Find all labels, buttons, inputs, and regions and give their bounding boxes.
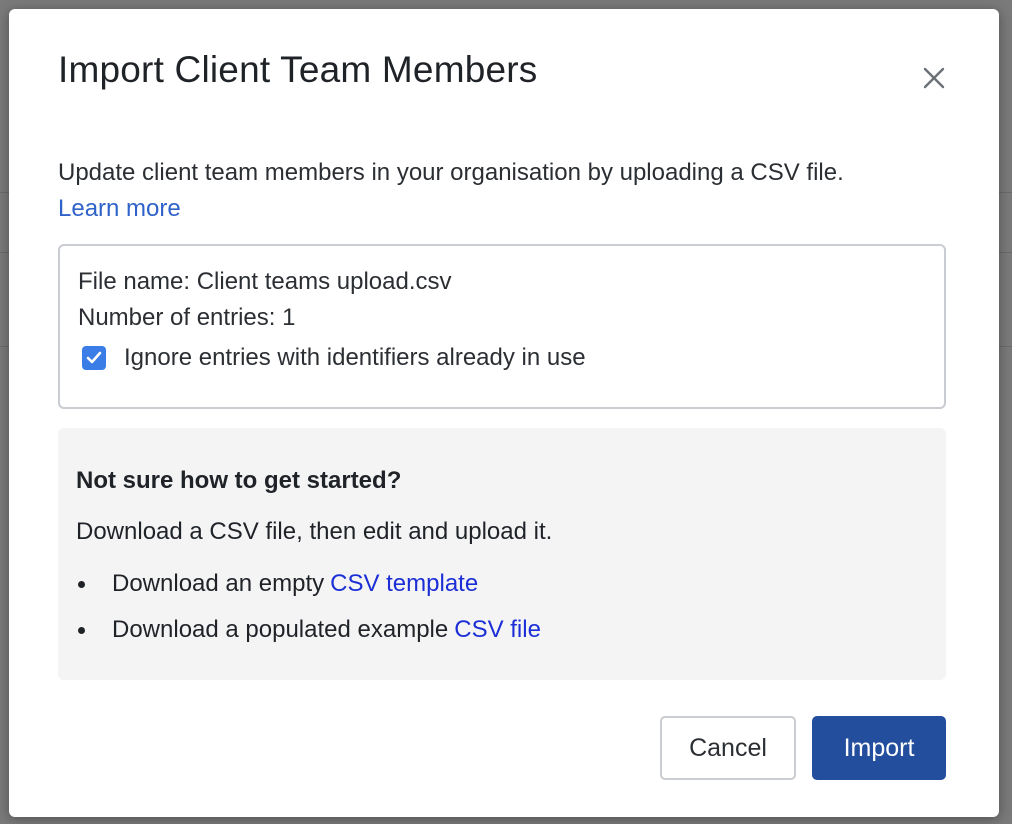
list-item-text: Download a populated example <box>112 616 449 643</box>
checkmark-icon <box>86 351 102 364</box>
file-name: File name: Client teams upload.csv <box>78 268 452 295</box>
csv-file-link[interactable]: CSV file <box>454 616 541 643</box>
close-icon <box>923 67 945 89</box>
help-heading: Not sure how to get started? <box>76 467 402 494</box>
ignore-entries-option[interactable]: Ignore entries with identifiers already … <box>78 344 926 372</box>
import-modal: Import Client Team Members Update client… <box>9 9 999 817</box>
help-panel: Not sure how to get started? Download a … <box>58 428 946 680</box>
list-item: Download a populated example CSV file <box>76 613 928 647</box>
close-button[interactable] <box>913 57 955 99</box>
description-text: Update client team members in your organ… <box>58 159 844 186</box>
modal-title: Import Client Team Members <box>58 49 538 90</box>
modal-description: Update client team members in your organ… <box>58 155 938 227</box>
ignore-entries-checkbox[interactable] <box>82 346 106 370</box>
help-list: Download an empty CSV template Download a… <box>76 567 928 647</box>
csv-template-link[interactable]: CSV template <box>330 570 478 597</box>
bullet-icon <box>78 627 85 634</box>
file-info-panel: File name: Client teams upload.csv Numbe… <box>58 244 946 409</box>
list-item-text: Download an empty <box>112 570 325 597</box>
import-button[interactable]: Import <box>812 716 946 780</box>
learn-more-link[interactable]: Learn more <box>58 195 181 222</box>
list-item: Download an empty CSV template <box>76 567 928 601</box>
help-text: Download a CSV file, then edit and uploa… <box>76 518 553 545</box>
ignore-entries-label: Ignore entries with identifiers already … <box>124 344 586 371</box>
cancel-button[interactable]: Cancel <box>660 716 796 780</box>
entries-count: Number of entries: 1 <box>78 304 296 331</box>
bullet-icon <box>78 581 85 588</box>
